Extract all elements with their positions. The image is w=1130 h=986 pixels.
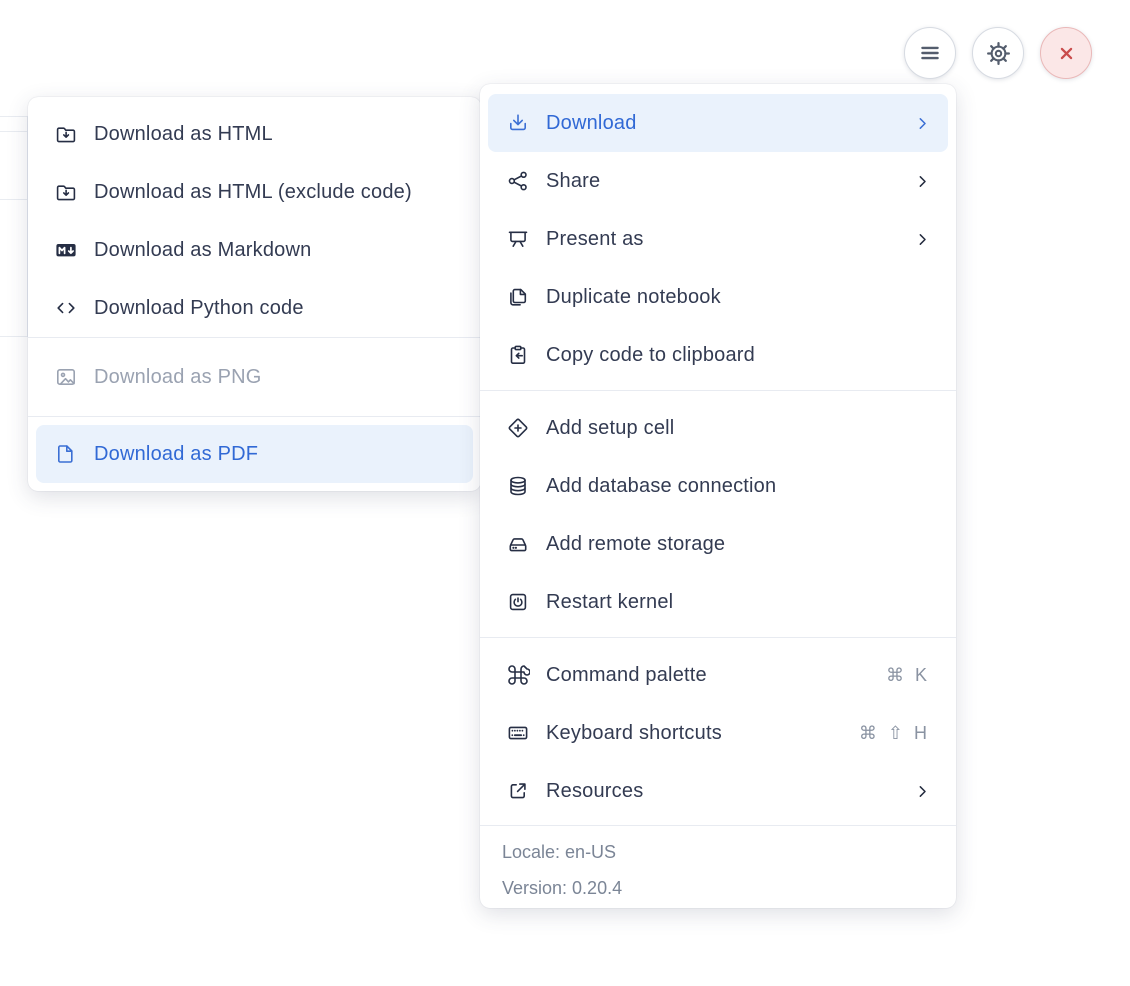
duplicate-icon: [506, 285, 530, 309]
menu-item-label: Copy code to clipboard: [546, 343, 755, 366]
menu-item-label: Download: [546, 111, 637, 134]
menu-item-label: Download as PNG: [94, 365, 262, 388]
menu-item-download-as-png: Download as PNG: [36, 348, 473, 406]
menu-item-add-remote-storage[interactable]: Add remote storage: [488, 515, 948, 573]
menu-item-present-as[interactable]: Present as: [488, 210, 948, 268]
menu-item-keyboard-shortcuts[interactable]: Keyboard shortcuts ⌘ ⇧ H: [488, 704, 948, 762]
menu-section: Download as HTML Download as HTML (exclud…: [28, 97, 481, 338]
close-icon: [1054, 41, 1079, 66]
menu-item-label: Download as Markdown: [94, 238, 312, 261]
menu-item-label: Share: [546, 169, 601, 192]
shortcut-label: ⌘ ⇧ H: [858, 722, 930, 743]
menu-item-label: Restart kernel: [546, 590, 674, 613]
keyboard-icon: [506, 721, 530, 745]
menu-item-label: Keyboard shortcuts: [546, 721, 722, 744]
menu-item-label: Resources: [546, 779, 644, 802]
chevron-right-icon: [915, 784, 930, 799]
menu-item-label: Present as: [546, 227, 644, 250]
locale-text: Locale: en-US: [502, 842, 617, 862]
menu-item-download-as-pdf[interactable]: Download as PDF: [36, 425, 473, 483]
menu-item-share[interactable]: Share: [488, 152, 948, 210]
menu-section: Download as PDF: [28, 417, 481, 491]
menu-item-label: Add database connection: [546, 474, 777, 497]
menu-item-download-python-code[interactable]: Download Python code: [36, 279, 473, 337]
menu-section: Download Share Present as Duplicate noteboo…: [480, 84, 956, 391]
hamburger-icon: [917, 40, 943, 66]
background-panel-line: [0, 336, 27, 337]
menu-item-label: Download Python code: [94, 296, 304, 319]
command-icon: [506, 663, 530, 687]
menu-item-duplicate-notebook[interactable]: Duplicate notebook: [488, 268, 948, 326]
image-icon: [54, 365, 78, 389]
notebook-menu: Download Share Present as Duplicate noteboo…: [480, 84, 956, 908]
chevron-right-icon: [915, 232, 930, 247]
menu-item-copy-code-to-clipboard[interactable]: Copy code to clipboard: [488, 326, 948, 384]
restart-icon: [506, 590, 530, 614]
download-icon: [506, 111, 530, 135]
file-icon: [54, 442, 78, 466]
background-panel-line: [0, 131, 27, 132]
clipboard-icon: [506, 343, 530, 367]
menu-item-label: Download as HTML (exclude code): [94, 180, 412, 203]
background-panel-line: [0, 199, 27, 200]
external-link-icon: [506, 779, 530, 803]
menu-item-add-database-connection[interactable]: Add database connection: [488, 457, 948, 515]
menu-item-command-palette[interactable]: Command palette ⌘ K: [488, 646, 948, 704]
background-panel-line: [0, 116, 27, 117]
menu-button[interactable]: [904, 27, 956, 79]
storage-icon: [506, 532, 530, 556]
menu-item-restart-kernel[interactable]: Restart kernel: [488, 573, 948, 631]
code-icon: [54, 296, 78, 320]
database-icon: [506, 474, 530, 498]
settings-button[interactable]: [972, 27, 1024, 79]
shortcut-label: ⌘ K: [885, 664, 930, 685]
folder-download-icon: [54, 122, 78, 146]
menu-item-label: Download as PDF: [94, 442, 259, 465]
menu-item-label: Add setup cell: [546, 416, 675, 439]
menu-item-download-as-html[interactable]: Download as HTML: [36, 105, 473, 163]
menu-item-download-as-markdown[interactable]: Download as Markdown: [36, 221, 473, 279]
menu-section: Command palette ⌘ K Keyboard shortcuts ⌘ ⇧ …: [480, 638, 956, 826]
presentation-icon: [506, 227, 530, 251]
menu-item-label: Duplicate notebook: [546, 285, 721, 308]
menu-section: Download as PNG: [28, 338, 481, 417]
menu-item-label: Download as HTML: [94, 122, 273, 145]
menu-item-download[interactable]: Download: [488, 94, 948, 152]
menu-item-label: Add remote storage: [546, 532, 726, 555]
menu-footer: Locale: en-US Version: 0.20.4: [480, 826, 956, 908]
gear-icon: [985, 40, 1012, 67]
menu-item-download-as-html-exclude-code[interactable]: Download as HTML (exclude code): [36, 163, 473, 221]
version-text: Version: 0.20.4: [502, 878, 623, 898]
menu-item-resources[interactable]: Resources: [488, 762, 948, 820]
share-icon: [506, 169, 530, 193]
markdown-icon: [54, 238, 78, 262]
chevron-right-icon: [915, 174, 930, 189]
close-button[interactable]: [1040, 27, 1092, 79]
diamond-plus-icon: [506, 416, 530, 440]
menu-item-label: Command palette: [546, 663, 707, 686]
menu-section: Add setup cell Add database connection Add…: [480, 391, 956, 638]
folder-download-icon: [54, 180, 78, 204]
chevron-right-icon: [915, 116, 930, 131]
menu-item-add-setup-cell[interactable]: Add setup cell: [488, 399, 948, 457]
download-submenu: Download as HTML Download as HTML (exclud…: [28, 97, 481, 491]
